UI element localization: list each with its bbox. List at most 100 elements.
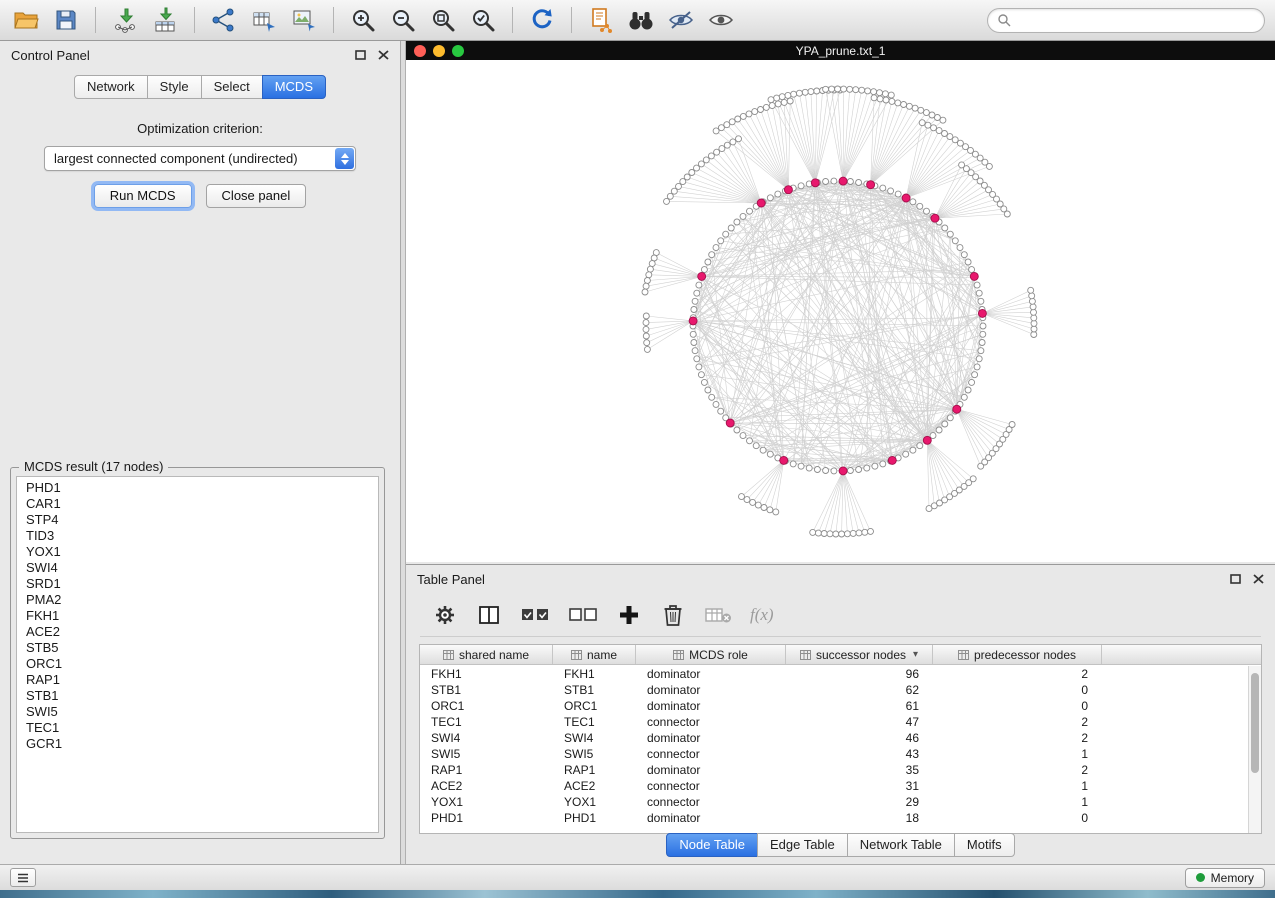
network-node[interactable] xyxy=(718,408,724,414)
network-node[interactable] xyxy=(895,100,901,106)
network-node[interactable] xyxy=(910,447,916,453)
dominator-node[interactable] xyxy=(726,419,734,427)
network-node[interactable] xyxy=(747,208,753,214)
network-node[interactable] xyxy=(746,111,752,117)
tab-network-table[interactable]: Network Table xyxy=(847,833,955,857)
dominator-node[interactable] xyxy=(970,272,978,280)
network-node[interactable] xyxy=(767,195,773,201)
network-node[interactable] xyxy=(859,87,865,93)
mcds-result-item[interactable]: GCR1 xyxy=(17,736,378,752)
dominator-node[interactable] xyxy=(689,317,697,325)
network-node[interactable] xyxy=(691,307,697,313)
network-node[interactable] xyxy=(880,185,886,191)
mcds-result-item[interactable]: ORC1 xyxy=(17,656,378,672)
network-node[interactable] xyxy=(906,103,912,109)
network-node[interactable] xyxy=(1031,315,1037,321)
search-box[interactable] xyxy=(987,8,1265,33)
column-header-predecessor-nodes[interactable]: predecessor nodes xyxy=(933,645,1102,664)
network-node[interactable] xyxy=(1031,326,1037,332)
dominator-node[interactable] xyxy=(811,179,819,187)
export-image-icon[interactable] xyxy=(288,4,320,36)
network-node[interactable] xyxy=(747,438,753,444)
network-node[interactable] xyxy=(961,252,967,258)
close-panel-icon[interactable] xyxy=(1253,574,1264,584)
deselect-all-columns-icon[interactable] xyxy=(568,601,598,629)
dominator-node[interactable] xyxy=(867,181,875,189)
network-node[interactable] xyxy=(924,208,930,214)
network-node[interactable] xyxy=(965,259,971,265)
float-panel-icon[interactable] xyxy=(355,50,366,60)
network-node[interactable] xyxy=(796,90,802,96)
network-node[interactable] xyxy=(763,104,769,110)
network-node[interactable] xyxy=(775,101,781,107)
network-node[interactable] xyxy=(925,122,931,128)
network-node[interactable] xyxy=(957,245,963,251)
close-panel-icon[interactable] xyxy=(378,50,389,60)
network-node[interactable] xyxy=(767,507,773,513)
table-row[interactable]: TEC1TEC1connector472 xyxy=(420,714,1248,730)
tab-node-table[interactable]: Node Table xyxy=(666,833,758,857)
network-node[interactable] xyxy=(823,468,829,474)
dominator-node[interactable] xyxy=(953,405,961,413)
network-node[interactable] xyxy=(642,289,648,295)
select-all-columns-icon[interactable] xyxy=(520,601,550,629)
network-node[interactable] xyxy=(739,494,745,500)
memory-button[interactable]: Memory xyxy=(1185,868,1265,888)
network-node[interactable] xyxy=(808,89,814,95)
table-row[interactable]: YOX1YOX1connector291 xyxy=(420,794,1248,810)
network-node[interactable] xyxy=(767,451,773,457)
mcds-result-item[interactable]: SWI5 xyxy=(17,704,378,720)
dominator-node[interactable] xyxy=(923,436,931,444)
network-node[interactable] xyxy=(880,461,886,467)
network-node[interactable] xyxy=(864,465,870,471)
mcds-result-item[interactable]: PMA2 xyxy=(17,592,378,608)
network-node[interactable] xyxy=(877,90,883,96)
network-node[interactable] xyxy=(847,179,853,185)
mcds-result-item[interactable]: SRD1 xyxy=(17,576,378,592)
network-node[interactable] xyxy=(798,183,804,189)
network-node[interactable] xyxy=(871,89,877,95)
float-panel-icon[interactable] xyxy=(1230,574,1241,584)
network-node[interactable] xyxy=(918,107,924,113)
dominator-node[interactable] xyxy=(839,177,847,185)
network-node[interactable] xyxy=(713,401,719,407)
network-node[interactable] xyxy=(841,86,847,92)
network-node[interactable] xyxy=(912,105,918,111)
network-node[interactable] xyxy=(917,443,923,449)
network-node[interactable] xyxy=(814,467,820,473)
network-node[interactable] xyxy=(806,465,812,471)
task-history-button[interactable] xyxy=(10,868,36,887)
network-node[interactable] xyxy=(1009,422,1015,428)
network-node[interactable] xyxy=(736,136,742,142)
network-node[interactable] xyxy=(1029,293,1035,299)
table-settings-gear-icon[interactable] xyxy=(432,601,458,629)
dominator-node[interactable] xyxy=(757,199,765,207)
network-node[interactable] xyxy=(769,103,775,109)
network-node[interactable] xyxy=(865,88,871,94)
network-node[interactable] xyxy=(823,179,829,185)
network-node[interactable] xyxy=(694,356,700,362)
network-node[interactable] xyxy=(862,529,868,535)
show-columns-icon[interactable] xyxy=(476,601,502,629)
network-node[interactable] xyxy=(868,528,874,534)
network-node[interactable] xyxy=(740,433,746,439)
network-node[interactable] xyxy=(856,530,862,536)
network-node[interactable] xyxy=(698,161,704,167)
network-node[interactable] xyxy=(698,372,704,378)
network-node[interactable] xyxy=(708,153,714,159)
export-network-icon[interactable] xyxy=(208,4,240,36)
clipboard-share-icon[interactable] xyxy=(585,4,617,36)
tab-style[interactable]: Style xyxy=(147,75,202,99)
network-node[interactable] xyxy=(644,346,650,352)
network-node[interactable] xyxy=(856,467,862,473)
network-node[interactable] xyxy=(646,272,652,278)
network-node[interactable] xyxy=(882,91,888,97)
network-node[interactable] xyxy=(969,267,975,273)
network-node[interactable] xyxy=(647,266,653,272)
zoom-selected-icon[interactable] xyxy=(467,4,499,36)
search-input[interactable] xyxy=(1017,13,1255,27)
network-node[interactable] xyxy=(723,231,729,237)
mcds-result-item[interactable]: STB1 xyxy=(17,688,378,704)
mcds-result-item[interactable]: ACE2 xyxy=(17,624,378,640)
network-node[interactable] xyxy=(705,259,711,265)
